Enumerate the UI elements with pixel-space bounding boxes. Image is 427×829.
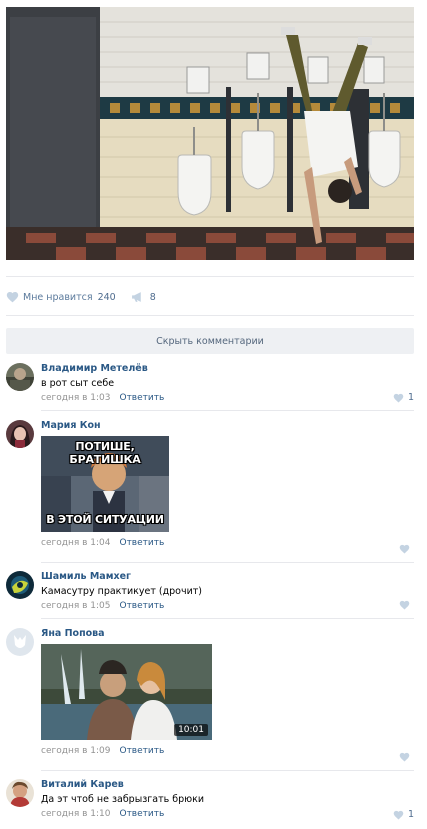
comment-author[interactable]: Мария Кон xyxy=(41,420,414,432)
video-duration: 10:01 xyxy=(174,724,208,736)
like-label: Мне нравится xyxy=(23,291,93,303)
avatar-image xyxy=(6,571,34,599)
comment-time[interactable]: сегодня в 1:04 xyxy=(41,537,110,549)
post-photo[interactable] xyxy=(6,7,414,260)
heart-icon xyxy=(393,393,404,403)
comment-author[interactable]: Шамиль Мамхег xyxy=(41,571,414,583)
comment-like-button[interactable] xyxy=(399,600,414,610)
avatar[interactable] xyxy=(6,363,34,391)
comment: Яна Попова 10:01 сегодня в 1:09 Ответить xyxy=(6,628,414,771)
comment-video[interactable]: 10:01 xyxy=(41,644,212,740)
comment-like-count: 1 xyxy=(407,392,414,403)
share-count: 8 xyxy=(149,291,156,303)
comment-author[interactable]: Владимир Метелёв xyxy=(41,363,414,375)
avatar[interactable] xyxy=(6,420,34,448)
comment-time[interactable]: сегодня в 1:03 xyxy=(41,392,110,404)
reply-button[interactable]: Ответить xyxy=(119,392,164,404)
avatar-image xyxy=(6,420,34,448)
comment-like-button[interactable] xyxy=(399,544,414,554)
comment-time[interactable]: сегодня в 1:10 xyxy=(41,808,110,820)
comment: Шамиль Мамхег Камасутру практикует (дроч… xyxy=(6,571,414,619)
meme-caption-top: ПОТИШЕ, БРАТИШКА xyxy=(69,440,141,466)
avatar-image xyxy=(6,779,34,807)
heart-icon xyxy=(399,752,410,762)
avatar-image xyxy=(6,363,34,391)
comment-divider xyxy=(41,562,414,563)
hide-comments-label: Скрыть комментарии xyxy=(156,335,264,347)
actions-divider xyxy=(6,315,414,316)
comment-time[interactable]: сегодня в 1:09 xyxy=(41,745,110,757)
share-button[interactable]: 8 xyxy=(131,291,156,303)
like-button[interactable]: Мне нравится 240 xyxy=(6,291,116,303)
comment-like-button[interactable] xyxy=(399,752,414,762)
heart-icon xyxy=(399,544,410,554)
post-divider xyxy=(6,276,414,277)
reply-button[interactable]: Ответить xyxy=(119,808,164,820)
comment-meta: сегодня в 1:03 Ответить xyxy=(41,392,414,404)
avatar[interactable] xyxy=(6,571,34,599)
comment-text: Да эт чтоб не забрызгать брюки xyxy=(41,794,205,805)
comment-divider xyxy=(41,410,414,411)
default-avatar-icon xyxy=(6,628,34,656)
comment: Владимир Метелёв в рот сыт себе сегодня … xyxy=(6,363,414,411)
comment-like-count: 1 xyxy=(407,809,414,820)
comment-meta: сегодня в 1:10 Ответить xyxy=(41,808,414,820)
comment-time[interactable]: сегодня в 1:05 xyxy=(41,600,110,612)
comment-text: в рот сыт себе xyxy=(41,378,115,389)
meme-caption-bottom: В ЭТОЙ СИТУАЦИИ xyxy=(46,513,164,526)
megaphone-icon xyxy=(131,292,141,302)
comment-meta: сегодня в 1:05 Ответить xyxy=(41,600,414,612)
comment-meta: сегодня в 1:04 Ответить xyxy=(41,537,414,549)
comment-divider xyxy=(41,618,414,619)
restroom-photo xyxy=(6,7,414,260)
heart-icon xyxy=(399,600,410,610)
comment-like-button[interactable]: 1 xyxy=(393,392,414,403)
hide-comments-button[interactable]: Скрыть комментарии xyxy=(6,328,414,354)
like-count: 240 xyxy=(97,291,116,303)
comment-like-button[interactable]: 1 xyxy=(393,809,414,820)
reply-button[interactable]: Ответить xyxy=(119,537,164,549)
heart-icon xyxy=(393,810,404,820)
comment-author[interactable]: Виталий Карев xyxy=(41,779,414,791)
comment-divider xyxy=(41,770,414,771)
comment: Виталий Карев Да эт чтоб не забрызгать б… xyxy=(6,779,414,826)
comment: Мария Кон ПОТИШЕ, БРАТИШКА В ЭТОЙ СИТУАЦ… xyxy=(6,420,414,563)
reply-button[interactable]: Ответить xyxy=(119,745,164,757)
post-actions: Мне нравится 240 8 xyxy=(6,289,156,305)
avatar[interactable] xyxy=(6,628,34,656)
comment-text: Камасутру практикует (дрочит) xyxy=(41,586,203,597)
comment-meta: сегодня в 1:09 Ответить xyxy=(41,745,414,757)
comment-meme-image[interactable]: ПОТИШЕ, БРАТИШКА В ЭТОЙ СИТУАЦИИ xyxy=(41,436,169,532)
avatar[interactable] xyxy=(6,779,34,807)
reply-button[interactable]: Ответить xyxy=(119,600,164,612)
heart-icon xyxy=(6,292,19,303)
comment-author[interactable]: Яна Попова xyxy=(41,628,414,640)
